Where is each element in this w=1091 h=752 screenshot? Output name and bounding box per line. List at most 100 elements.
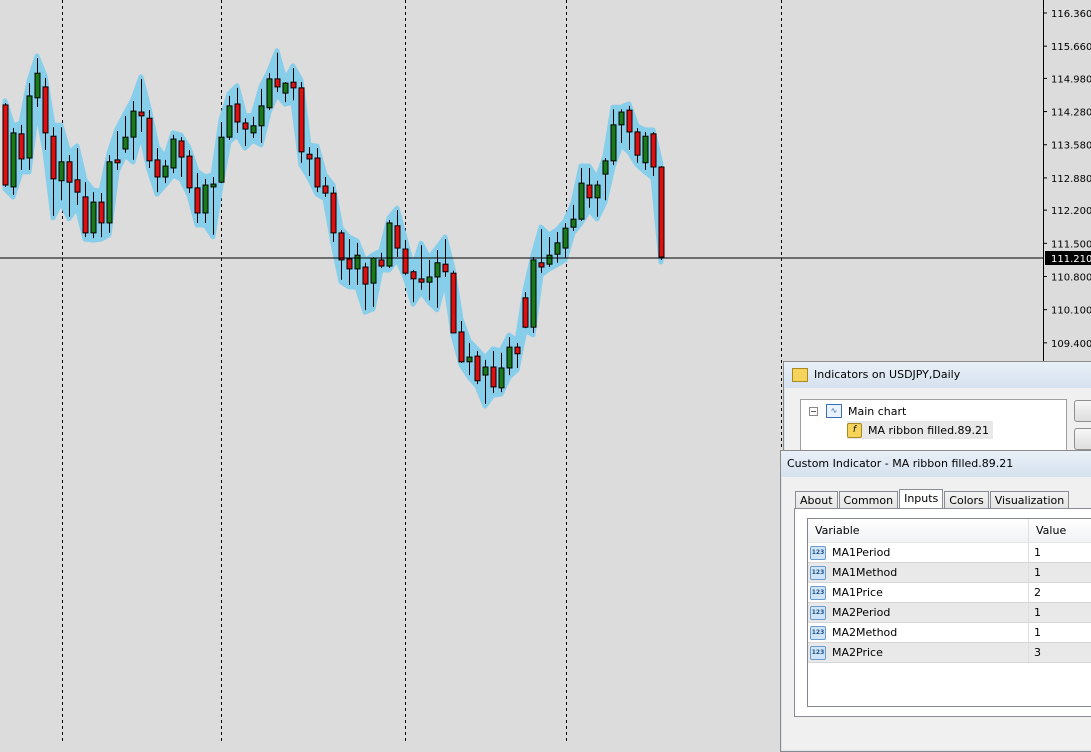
candle: [2, 103, 9, 187]
bull-candle-body: [10, 132, 17, 188]
bear-candle-body: [490, 366, 497, 388]
variable-name: MA2Method: [832, 626, 898, 639]
bear-candle-body: [474, 355, 481, 382]
candle: [10, 128, 17, 195]
bear-candle-body: [418, 278, 425, 283]
variable-cell: 123 MA2Method: [808, 623, 1029, 642]
bear-candle-body: [74, 179, 81, 193]
table-row[interactable]: 123 MA2Price 3: [808, 643, 1091, 663]
bull-candle-body: [530, 259, 537, 328]
bear-candle-body: [66, 161, 73, 183]
indicator-tree: − ∿ Main chart f MA ribbon filled.89.21: [800, 399, 1067, 455]
bull-candle-body: [554, 242, 561, 255]
candle: [386, 220, 393, 268]
bear-candle-body: [18, 133, 25, 160]
table-row[interactable]: 123 MA2Period 1: [808, 603, 1091, 623]
bull-candle-body: [602, 160, 609, 175]
bear-candle-body: [290, 81, 297, 89]
bear-candle-body: [146, 117, 153, 162]
bear-candle-body: [42, 86, 49, 134]
bull-candle-body: [562, 227, 569, 249]
bear-candle-body: [586, 184, 593, 199]
table-row[interactable]: 123 MA1Price 2: [808, 583, 1091, 603]
bear-candle-body: [458, 331, 465, 363]
bear-candle-body: [234, 103, 241, 123]
bull-candle-body: [210, 183, 217, 188]
candle: [658, 166, 665, 260]
bull-candle-body: [90, 201, 97, 234]
table-row[interactable]: 123 MA2Method 1: [808, 623, 1091, 643]
value-cell[interactable]: 1: [1029, 603, 1041, 622]
integer-type-icon: 123: [810, 545, 826, 560]
value-cell[interactable]: 2: [1029, 583, 1041, 602]
bull-candle-body: [282, 82, 289, 94]
bear-candle-body: [298, 87, 305, 153]
bull-candle-body: [386, 222, 393, 267]
bear-candle-body: [626, 109, 633, 133]
bull-candle-body: [250, 125, 257, 134]
bull-candle-body: [434, 262, 441, 278]
bull-candle-body: [202, 184, 209, 214]
indicators-dialog: Indicators on USDJPY,Daily − ∿ Main char…: [783, 361, 1091, 463]
table-row[interactable]: 123 MA1Period 1: [808, 543, 1091, 563]
candle: [170, 134, 177, 174]
bear-candle-body: [242, 122, 249, 130]
bull-candle-body: [594, 184, 601, 199]
bear-candle-body: [634, 131, 641, 156]
indicators-icon: [792, 368, 808, 382]
bear-candle-body: [178, 140, 185, 158]
bear-candle-body: [362, 266, 369, 285]
indicators-dialog-titlebar[interactable]: Indicators on USDJPY,Daily: [784, 362, 1091, 388]
tick-label: 116.360: [1051, 9, 1091, 20]
candle: [530, 257, 537, 333]
value-cell[interactable]: 1: [1029, 543, 1041, 562]
collapse-icon[interactable]: −: [809, 406, 818, 416]
bear-candle-body: [378, 259, 385, 267]
bull-candle-body: [106, 161, 113, 224]
tick-label: 115.660: [1051, 42, 1091, 53]
table-row[interactable]: 123 MA1Method 1: [808, 563, 1091, 583]
variable-name: MA2Period: [832, 606, 891, 619]
candle: [266, 73, 273, 111]
delete-button[interactable]: [1074, 428, 1091, 450]
bear-candle-body: [442, 263, 449, 273]
tick-label: 110.100: [1051, 306, 1091, 317]
bull-candle-body: [498, 367, 505, 389]
value-cell[interactable]: 1: [1029, 563, 1041, 582]
vertical-gridlines: [62, 0, 782, 743]
bull-candle-body: [266, 78, 273, 109]
inputs-panel: Variable Value 123 MA1Period 1 123 MA1Method…: [794, 508, 1091, 717]
bear-candle-body: [306, 153, 313, 160]
column-header-value[interactable]: Value: [1029, 519, 1066, 542]
bull-candle-body: [26, 95, 33, 159]
custom-indicator-dialog: Custom Indicator - MA ribbon filled.89.2…: [780, 450, 1091, 752]
tick-label: 109.400: [1051, 339, 1091, 350]
bear-candle-body: [330, 192, 337, 234]
column-header-variable[interactable]: Variable: [808, 519, 1029, 542]
bull-candle-body: [482, 366, 489, 376]
custom-indicator-titlebar[interactable]: Custom Indicator - MA ribbon filled.89.2…: [781, 451, 1091, 477]
table-header: Variable Value: [808, 519, 1091, 543]
candle: [522, 292, 529, 329]
candle: [474, 350, 481, 385]
variable-name: MA1Price: [832, 586, 883, 599]
bull-candle-body: [618, 111, 625, 126]
bear-candle-body: [274, 78, 281, 88]
variable-cell: 123 MA1Period: [808, 543, 1029, 562]
bull-candle-body: [354, 254, 361, 270]
value-cell[interactable]: 3: [1029, 643, 1041, 662]
bear-candle-body: [346, 258, 353, 270]
price-axis: 116.360 115.660 114.980 114.280 113.580 112.8…: [1043, 9, 1091, 350]
tick-label: 112.880: [1051, 174, 1091, 185]
tick-label: 112.200: [1051, 206, 1091, 217]
value-cell[interactable]: 1: [1029, 623, 1041, 642]
tree-label: Main chart: [848, 404, 907, 418]
tree-item-ma-ribbon[interactable]: f MA ribbon filled.89.21: [847, 421, 994, 439]
edit-button[interactable]: [1074, 400, 1091, 422]
bear-candle-body: [410, 271, 417, 280]
bull-candle-body: [226, 105, 233, 138]
bear-candle-body: [98, 201, 105, 224]
bear-candle-body: [2, 104, 9, 186]
variable-cell: 123 MA2Price: [808, 643, 1029, 662]
tree-item-main-chart[interactable]: − ∿ Main chart: [809, 402, 906, 420]
